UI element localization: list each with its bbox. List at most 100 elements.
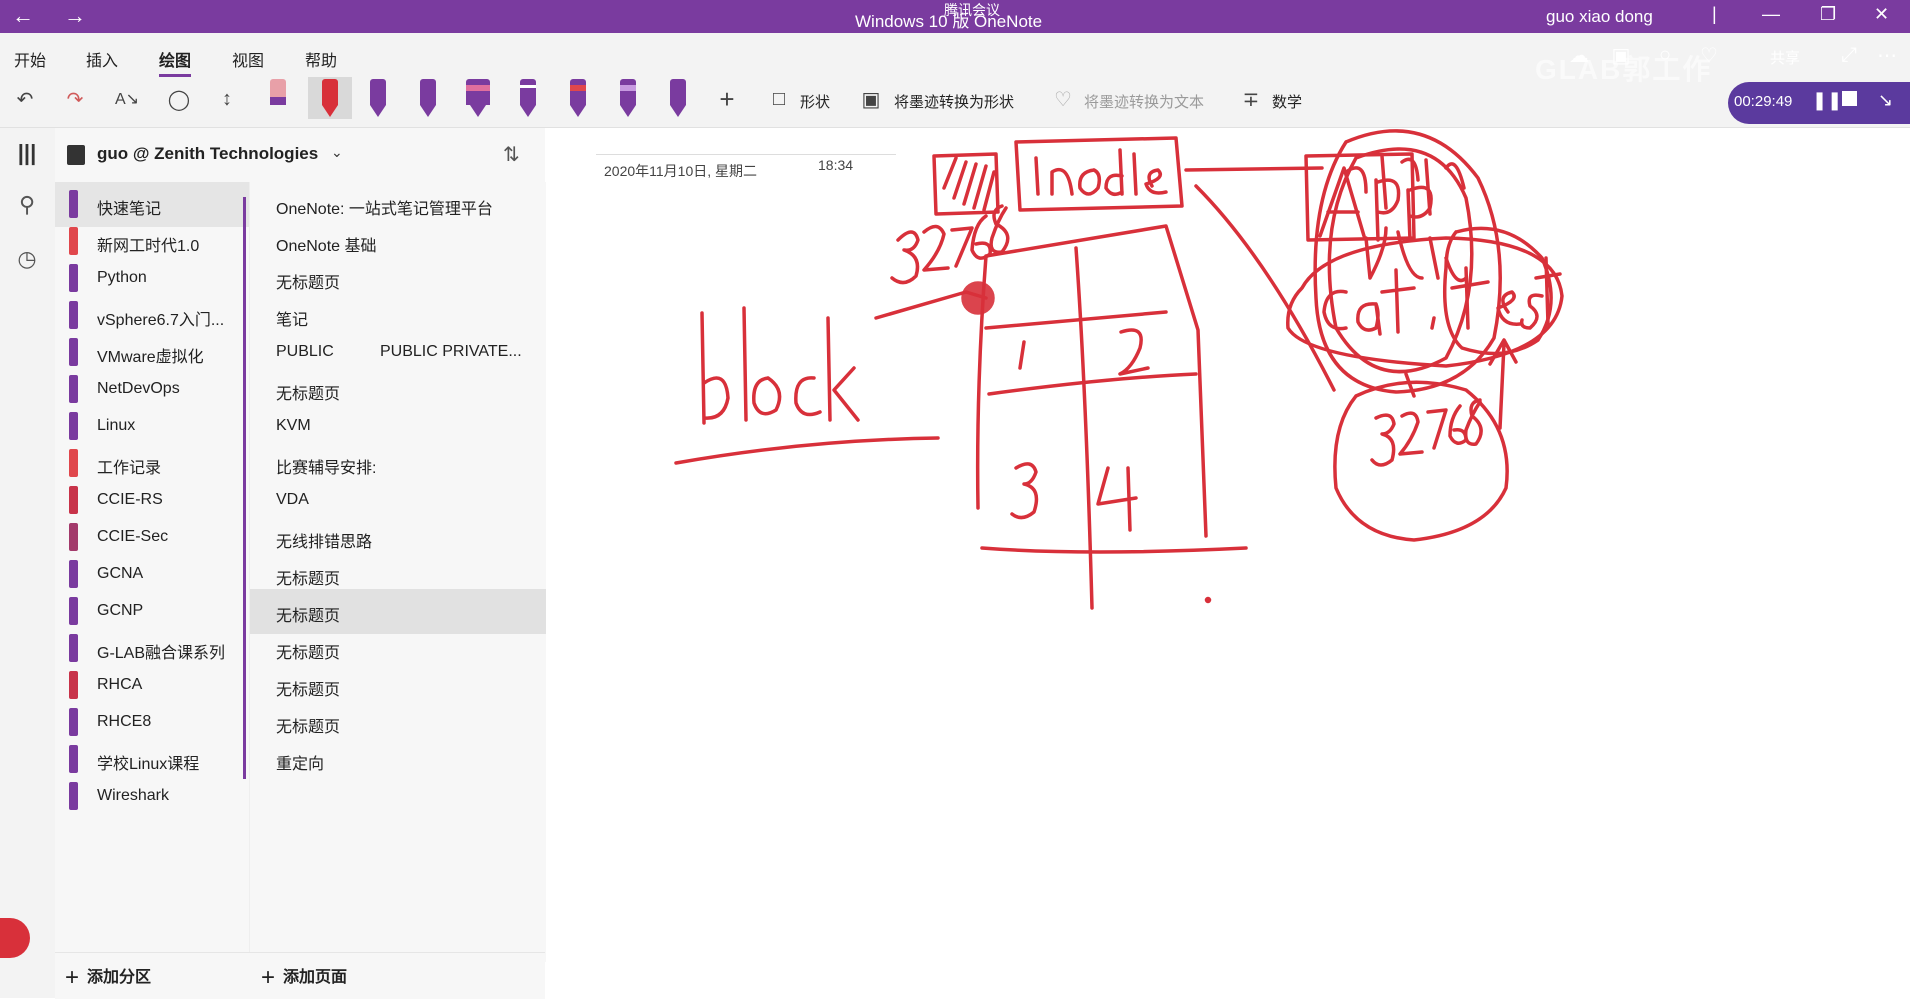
section-label: GCNA [97, 565, 144, 582]
restore-icon[interactable]: ❐ [1820, 4, 1836, 25]
ink-table-divider [1074, 246, 1094, 610]
section-label: vSphere6.7入门... [97, 312, 225, 329]
ink-line-inode-right [1184, 166, 1324, 172]
add-page-button[interactable]: + 添加页面 [261, 963, 347, 992]
page-label: VDA [276, 491, 309, 508]
highlighter-tool-1[interactable] [462, 77, 494, 119]
section-color-tab [69, 486, 78, 514]
scroll-indicator [243, 197, 246, 779]
plus-icon: + [65, 964, 80, 991]
red-pen-tool[interactable] [308, 77, 352, 119]
pause-icon[interactable]: ❚❚ [1812, 90, 1842, 111]
ink-word-test [1450, 256, 1562, 330]
tab-view[interactable]: 视图 [232, 47, 264, 71]
page-label: 无标题页 [276, 719, 341, 736]
section-color-tab [69, 227, 78, 255]
stop-icon[interactable] [1842, 91, 1857, 106]
sort-icon[interactable]: ⇅ [503, 142, 520, 167]
eraser-tool[interactable] [262, 77, 294, 119]
ink-to-shape-button[interactable]: 将墨迹转换为形状 [894, 91, 1014, 112]
collapse-icon[interactable]: ↘ [1878, 90, 1893, 111]
math-icon[interactable]: ∓ [1236, 79, 1266, 119]
section-item[interactable]: Wireshark [55, 774, 249, 819]
section-color-tab [69, 782, 78, 810]
section-label: Python [97, 269, 147, 286]
page-label: OneNote 基础 [276, 238, 377, 255]
recording-time: 00:29:49 [1734, 93, 1793, 110]
notebooks-icon[interactable]: ||| [12, 138, 42, 168]
ink-hatched-box [932, 152, 1000, 216]
share-button[interactable]: 共享 [1770, 47, 1800, 68]
section-color-tab [69, 412, 78, 440]
recording-overlay: 00:29:49 ❚❚ ↘ [1728, 82, 1910, 124]
tab-draw[interactable]: 绘图 [159, 47, 192, 77]
ink-word-block [700, 306, 860, 425]
notebook-header[interactable]: guo @ Zenith Technologies ⌄ ⇅ [55, 128, 545, 182]
pen-tool-3[interactable] [512, 77, 544, 119]
redo-icon[interactable]: ↷ [60, 79, 90, 119]
section-label: Linux [97, 417, 136, 434]
section-label: Wireshark [97, 787, 170, 804]
close-icon[interactable]: ✕ [1874, 4, 1889, 25]
user-name[interactable]: guo xiao dong [1546, 7, 1653, 27]
notebook-name[interactable]: guo @ Zenith Technologies [97, 144, 318, 164]
forward-arrow-icon[interactable]: → [64, 5, 86, 27]
title-bar: ← → Windows 10 版 OneNote 腾讯会议 guo xiao d… [0, 0, 1910, 33]
section-color-tab [69, 190, 78, 218]
tab-insert[interactable]: 插入 [86, 47, 118, 71]
page-label: PUBLIC [276, 343, 334, 360]
back-arrow-icon[interactable]: ← [12, 5, 34, 27]
divider-icon: | [1712, 4, 1717, 24]
section-label: 学校Linux课程 [97, 756, 200, 773]
math-button[interactable]: 数学 [1272, 91, 1302, 112]
tab-help[interactable]: 帮助 [305, 47, 337, 71]
pen-tool-1[interactable] [362, 77, 394, 119]
ink-digit-2 [1118, 328, 1150, 376]
ink-number-32768-circle [1370, 398, 1483, 467]
section-label: 快速笔记 [97, 201, 162, 218]
sidebar-handle-icon[interactable] [0, 918, 30, 958]
page-label: 无线排错思路 [276, 534, 373, 551]
ink-drawing[interactable] [546, 128, 1910, 998]
pen-tool-4[interactable] [562, 77, 594, 119]
more-icon[interactable]: ⋯ [1872, 35, 1902, 75]
page-item[interactable]: 重定向 [250, 737, 546, 782]
ink-number-32768-top [890, 204, 1010, 285]
section-color-tab [69, 375, 78, 403]
add-space-icon[interactable]: ↕ [212, 79, 242, 119]
search-icon[interactable]: ⚲ [12, 190, 42, 220]
ink-digit-1 [1018, 340, 1026, 370]
page-label: 笔记 [276, 312, 309, 329]
pen-tool-6[interactable] [662, 77, 694, 119]
expand-icon[interactable]: ⤢ [1834, 35, 1864, 75]
minimize-icon[interactable]: — [1762, 4, 1780, 25]
section-label: 工作记录 [97, 460, 162, 477]
page-label: 比赛辅导安排: [276, 460, 377, 477]
tab-home[interactable]: 开始 [14, 47, 46, 71]
pages-list: OneNote: 一站式笔记管理平台 OneNote 基础 无标题页 笔记 PUBLIC… [249, 182, 546, 962]
chevron-down-icon[interactable]: ⌄ [331, 144, 343, 161]
ink-underline-left [674, 436, 940, 465]
watermark: GLAB郭工作 [1535, 54, 1713, 85]
ink-dot [1204, 596, 1212, 604]
section-color-tab [69, 708, 78, 736]
ink-filled-dot [961, 281, 995, 315]
section-label: VMware虚拟化 [97, 349, 204, 366]
undo-icon[interactable]: ↶ [10, 79, 40, 119]
add-pen-icon[interactable]: + [712, 79, 742, 119]
lasso-select-icon[interactable]: ◯ [164, 79, 194, 119]
ink-to-shape-icon[interactable]: ▣ [856, 79, 886, 119]
page-label: 无标题页 [276, 571, 341, 588]
add-section-button[interactable]: + 添加分区 [65, 963, 151, 992]
page-label: 无标题页 [276, 608, 341, 625]
type-select-icon[interactable]: A↘ [112, 79, 142, 119]
page-label: 无标题页 [276, 682, 341, 699]
shapes-icon[interactable]: □ [764, 79, 794, 119]
section-label: 新网工时代1.0 [97, 238, 200, 255]
shapes-button[interactable]: 形状 [800, 91, 830, 112]
pen-tool-2[interactable] [412, 77, 444, 119]
pen-tool-5[interactable] [612, 77, 644, 119]
section-label: G-LAB融合课系列 [97, 645, 226, 662]
add-page-label: 添加页面 [283, 969, 348, 986]
recent-clock-icon[interactable]: ◷ [12, 244, 42, 274]
